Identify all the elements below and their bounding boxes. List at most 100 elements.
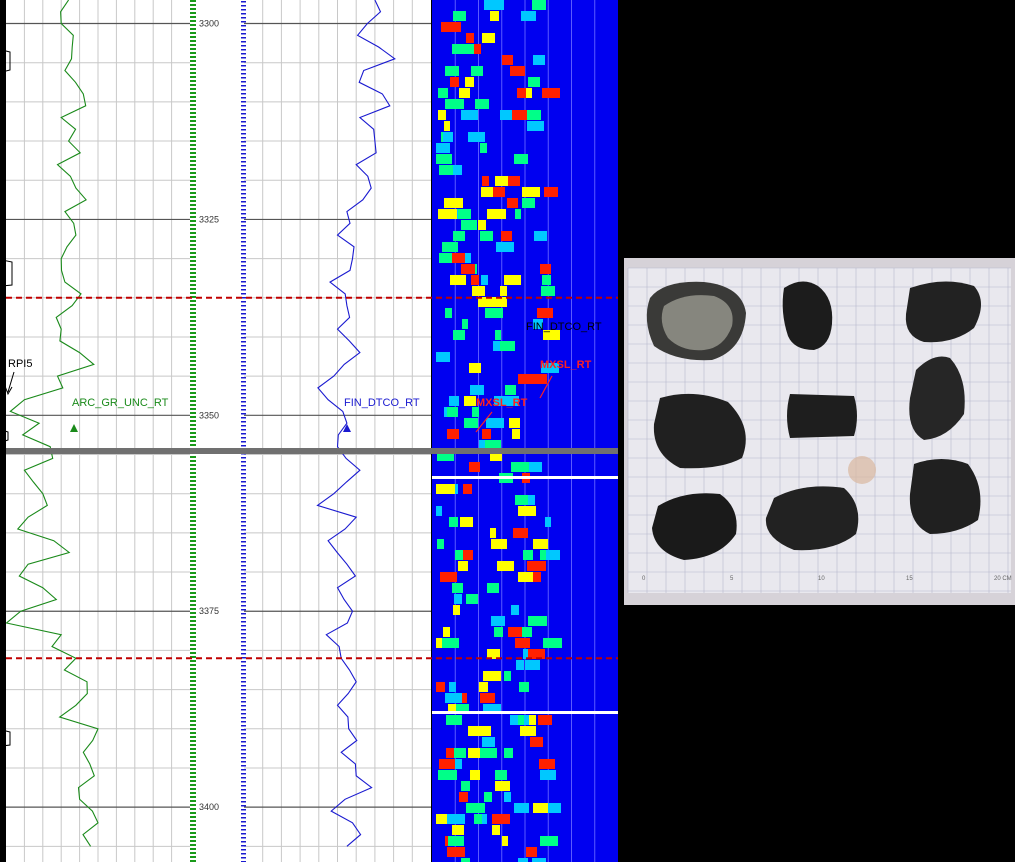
spectrum-cell bbox=[507, 198, 518, 208]
spectrum-cell bbox=[521, 11, 536, 21]
blue-depth-tick bbox=[241, 681, 246, 683]
spectrum-cell bbox=[526, 847, 537, 857]
spectrum-cell bbox=[523, 550, 533, 560]
green-depth-tick bbox=[190, 424, 196, 426]
blue-depth-tick bbox=[241, 821, 246, 823]
spectrum-cell bbox=[464, 396, 476, 406]
blue-depth-tick bbox=[241, 25, 246, 27]
green-depth-tick bbox=[190, 248, 196, 250]
green-depth-tick bbox=[190, 416, 196, 418]
spectrum-mxsl-label: MXSL_RT bbox=[540, 359, 592, 371]
blue-depth-tick bbox=[241, 653, 246, 655]
depth-tick-label: 3375 bbox=[199, 606, 219, 616]
spectrum-cell bbox=[453, 231, 465, 241]
green-depth-tick bbox=[190, 304, 196, 306]
green-depth-tick bbox=[190, 680, 196, 682]
blue-depth-tick bbox=[241, 565, 246, 567]
blue-depth-tick bbox=[241, 705, 246, 707]
green-depth-tick bbox=[190, 148, 196, 150]
green-depth-tick bbox=[190, 128, 196, 130]
spectrum-cell bbox=[439, 165, 453, 175]
blue-depth-tick bbox=[241, 317, 246, 319]
green-depth-tick bbox=[190, 692, 196, 694]
blue-depth-tick bbox=[241, 845, 246, 847]
green-depth-tick bbox=[190, 100, 196, 102]
blue-depth-tick bbox=[241, 365, 246, 367]
spectrum-cell bbox=[470, 385, 484, 395]
spectrum-cell bbox=[438, 110, 446, 120]
blue-depth-tick bbox=[241, 377, 246, 379]
blue-depth-tick bbox=[241, 489, 246, 491]
spectrum-cell bbox=[461, 220, 477, 230]
spectrum-cell bbox=[540, 264, 551, 274]
spectrum-cell bbox=[495, 781, 510, 791]
green-depth-tick bbox=[190, 628, 196, 630]
blue-depth-tick bbox=[241, 781, 246, 783]
green-depth-tick bbox=[190, 400, 196, 402]
green-depth-tick bbox=[190, 24, 196, 26]
blue-depth-tick bbox=[241, 469, 246, 471]
green-depth-tick bbox=[190, 92, 196, 94]
green-depth-tick bbox=[190, 372, 196, 374]
green-depth-tick bbox=[190, 44, 196, 46]
green-depth-tick bbox=[190, 540, 196, 542]
green-depth-tick bbox=[190, 76, 196, 78]
blue-depth-tick bbox=[241, 733, 246, 735]
blue-depth-tick bbox=[241, 577, 246, 579]
spectrum-cell bbox=[514, 154, 528, 164]
green-depth-tick bbox=[190, 260, 196, 262]
spectrum-cell bbox=[436, 484, 455, 494]
spectrum-cell bbox=[472, 286, 485, 296]
well-log-chart: 33003325335033753400 RPI5 ARC_GR_UNC_RT … bbox=[0, 0, 618, 862]
blue-depth-tick bbox=[241, 785, 246, 787]
green-depth-tick bbox=[190, 588, 196, 590]
spectrum-cell bbox=[447, 429, 459, 439]
core-sample-photo: 0 5 10 15 20 CM bbox=[624, 258, 1015, 605]
spectrum-cell bbox=[537, 308, 553, 318]
green-depth-tick bbox=[190, 152, 196, 154]
spectrum-cell bbox=[446, 715, 462, 725]
green-depth-tick bbox=[190, 664, 196, 666]
green-depth-tick bbox=[190, 144, 196, 146]
spectrum-mxsl-label-2: MXSL_RT bbox=[476, 397, 528, 409]
green-depth-tick bbox=[190, 504, 196, 506]
spectrum-cell bbox=[504, 671, 511, 681]
blue-depth-tick bbox=[241, 49, 246, 51]
green-depth-tick bbox=[190, 360, 196, 362]
blue-depth-tick bbox=[241, 45, 246, 47]
spectrum-cell bbox=[447, 814, 465, 824]
spectrum-cell bbox=[518, 572, 533, 582]
green-depth-tick bbox=[190, 184, 196, 186]
blue-depth-tick bbox=[241, 305, 246, 307]
blue-depth-tick bbox=[241, 601, 246, 603]
blue-depth-tick bbox=[241, 325, 246, 327]
green-depth-tick bbox=[190, 156, 196, 158]
green-depth-tick bbox=[190, 560, 196, 562]
spectrum-cell bbox=[544, 187, 558, 197]
blue-depth-tick bbox=[241, 393, 246, 395]
green-depth-tick bbox=[190, 252, 196, 254]
green-depth-tick bbox=[190, 312, 196, 314]
green-depth-tick bbox=[190, 464, 196, 466]
green-depth-tick bbox=[190, 140, 196, 142]
blue-depth-tick bbox=[241, 433, 246, 435]
spectrum-cell bbox=[452, 825, 464, 835]
blue-depth-tick bbox=[241, 149, 246, 151]
blue-depth-tick bbox=[241, 369, 246, 371]
green-depth-tick bbox=[190, 440, 196, 442]
spectrum-cell bbox=[480, 748, 497, 758]
blue-depth-tick bbox=[241, 389, 246, 391]
blue-depth-tick bbox=[241, 109, 246, 111]
spectrum-cell bbox=[514, 803, 529, 813]
green-depth-tick bbox=[190, 600, 196, 602]
blue-depth-tick bbox=[241, 53, 246, 55]
green-depth-tick bbox=[190, 268, 196, 270]
spectrum-cell bbox=[510, 66, 525, 76]
blue-depth-tick bbox=[241, 677, 246, 679]
green-depth-tick bbox=[190, 468, 196, 470]
blue-depth-tick bbox=[241, 21, 246, 23]
spectrum-cell bbox=[447, 407, 458, 417]
spectrum-cell bbox=[542, 275, 551, 285]
spectrum-cell bbox=[455, 759, 462, 769]
green-depth-tick bbox=[190, 820, 196, 822]
